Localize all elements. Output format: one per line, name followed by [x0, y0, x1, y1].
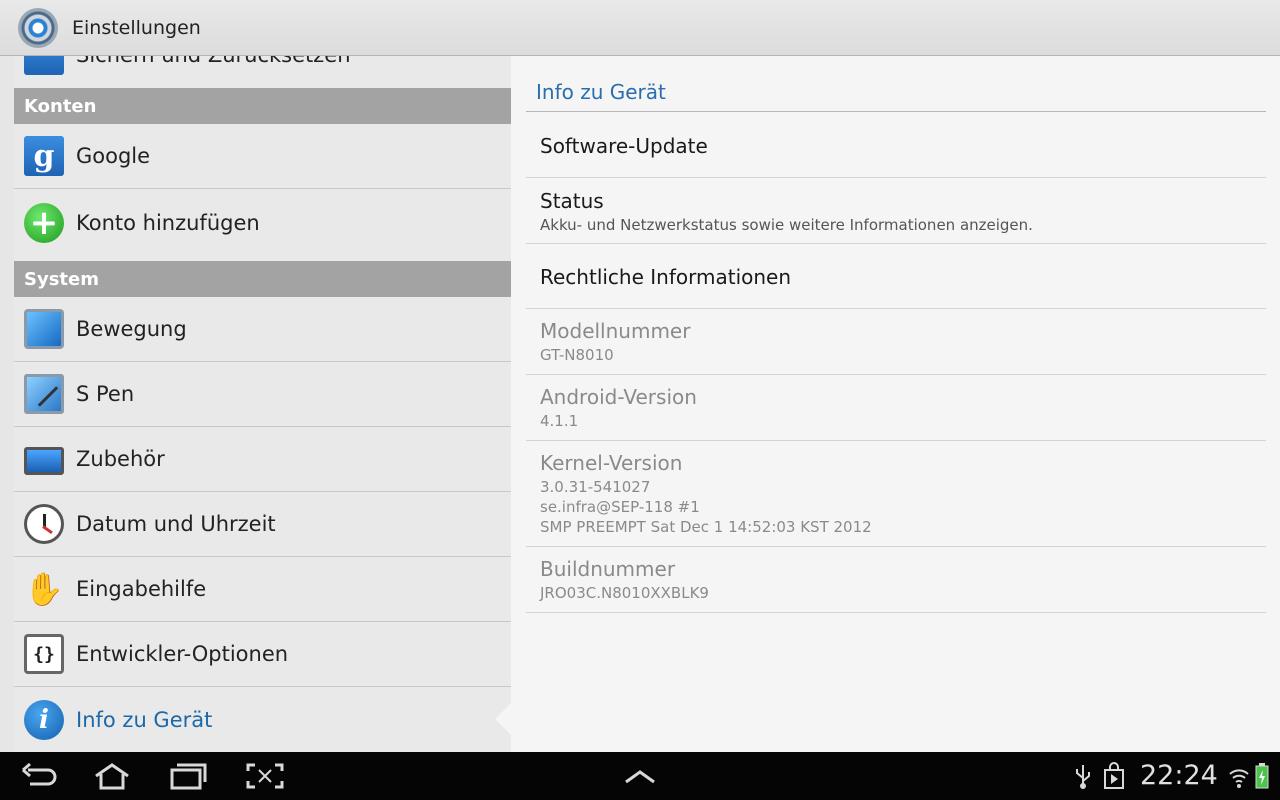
status-clock: 22:24 [1140, 760, 1218, 791]
pref-title: Status [540, 189, 604, 213]
sidebar-item-label: Datum und Uhrzeit [76, 512, 276, 536]
sidebar-item-label: S Pen [76, 382, 135, 406]
pref-kernel-version: Kernel-Version 3.0.31-541027 se.infra@SE… [526, 441, 1266, 547]
sidebar-item-label: Konto hinzufügen [76, 210, 260, 235]
sidebar-item-label: Entwickler-Optionen [76, 642, 289, 666]
developer-braces-icon: {} [24, 634, 64, 674]
pref-model-number: Modellnummer GT-N8010 [526, 309, 1266, 375]
hand-icon: ✋ [24, 570, 64, 608]
settings-gear-icon[interactable] [18, 7, 58, 48]
pref-software-update[interactable]: Software-Update [526, 112, 1266, 178]
action-bar: Einstellungen [0, 0, 1280, 56]
sidebar-item-device-info[interactable]: i Info zu Gerät [14, 687, 511, 752]
sidebar-item-date-time[interactable]: Datum und Uhrzeit [14, 492, 511, 557]
sidebar-item-label: Info zu Gerät [76, 707, 213, 732]
pref-summary: GT-N8010 [540, 346, 614, 364]
sidebar-item-label: Google [76, 144, 151, 168]
recent-apps-icon[interactable] [168, 762, 208, 790]
pref-title: Software-Update [540, 134, 708, 158]
kernel-line: SMP PREEMPT Sat Dec 1 14:52:03 KST 2012 [540, 518, 872, 536]
backup-icon [24, 56, 64, 75]
system-navigation-bar: 22:24 [0, 752, 1280, 800]
sidebar-item-accessibility[interactable]: ✋ Eingabehilfe [14, 557, 511, 622]
selection-pointer [495, 703, 511, 735]
screenshot-icon[interactable] [245, 762, 285, 790]
pref-build-number[interactable]: Buildnummer JRO03C.N8010XXBLK9 [526, 547, 1266, 613]
pref-title: Modellnummer [540, 319, 691, 343]
home-icon[interactable] [92, 762, 132, 790]
back-icon[interactable] [20, 762, 60, 790]
pref-title: Kernel-Version [540, 451, 683, 475]
section-header-konten: Konten [14, 88, 511, 124]
play-store-icon [1104, 762, 1124, 789]
sidebar-item-motion[interactable]: Bewegung [14, 297, 511, 362]
usb-icon [1076, 765, 1090, 789]
list-item-label: Sichern und Zurücksetzen [76, 56, 351, 67]
kernel-line: se.infra@SEP-118 #1 [540, 498, 700, 516]
pref-summary: Akku- und Netzwerkstatus sowie weitere I… [540, 216, 1033, 234]
pref-summary: 4.1.1 [540, 412, 579, 430]
pref-status[interactable]: Status Akku- und Netzwerkstatus sowie we… [526, 178, 1266, 244]
google-icon: g [24, 136, 64, 176]
settings-list[interactable]: Sichern und Zurücksetzen Konten g Google… [14, 56, 511, 752]
pref-legal-info[interactable]: Rechtliche Informationen [526, 244, 1266, 309]
clock-icon [24, 504, 64, 544]
sidebar-item-add-account[interactable]: + Konto hinzufügen [14, 190, 511, 255]
pref-title: Rechtliche Informationen [540, 265, 792, 289]
motion-icon [24, 309, 64, 349]
detail-title: Info zu Gerät [536, 80, 666, 104]
pref-summary: JRO03C.N8010XXBLK9 [540, 584, 709, 602]
info-icon: i [24, 699, 64, 740]
section-header-system: System [14, 261, 511, 297]
wifi-icon [1229, 769, 1249, 788]
sidebar-item-accessory[interactable]: Zubehör [14, 427, 511, 492]
detail-panel: Info zu Gerät Software-Update Status Akk… [511, 56, 1280, 752]
up-arrow-icon[interactable] [622, 762, 658, 790]
pref-summary: 3.0.31-541027 se.infra@SEP-118 #1 SMP PR… [540, 477, 1266, 537]
sidebar-item-label: Zubehör [76, 447, 165, 471]
sidebar-item-label: Eingabehilfe [76, 577, 207, 601]
accessory-icon [24, 447, 64, 475]
sidebar-item-developer-options[interactable]: {} Entwickler-Optionen [14, 622, 511, 687]
app-title: Einstellungen [72, 16, 201, 39]
pref-title: Buildnummer [540, 557, 676, 581]
pref-android-version[interactable]: Android-Version 4.1.1 [526, 375, 1266, 441]
sidebar-item-label: Bewegung [76, 317, 187, 341]
kernel-line: 3.0.31-541027 [540, 478, 651, 496]
sidebar-item-s-pen[interactable]: S Pen [14, 362, 511, 427]
add-account-icon: + [24, 202, 64, 243]
list-item-backup-partial[interactable]: Sichern und Zurücksetzen [14, 56, 511, 88]
battery-icon [1255, 763, 1269, 789]
sidebar-item-google[interactable]: g Google [14, 124, 511, 189]
pref-title: Android-Version [540, 385, 697, 409]
s-pen-icon [24, 374, 64, 414]
